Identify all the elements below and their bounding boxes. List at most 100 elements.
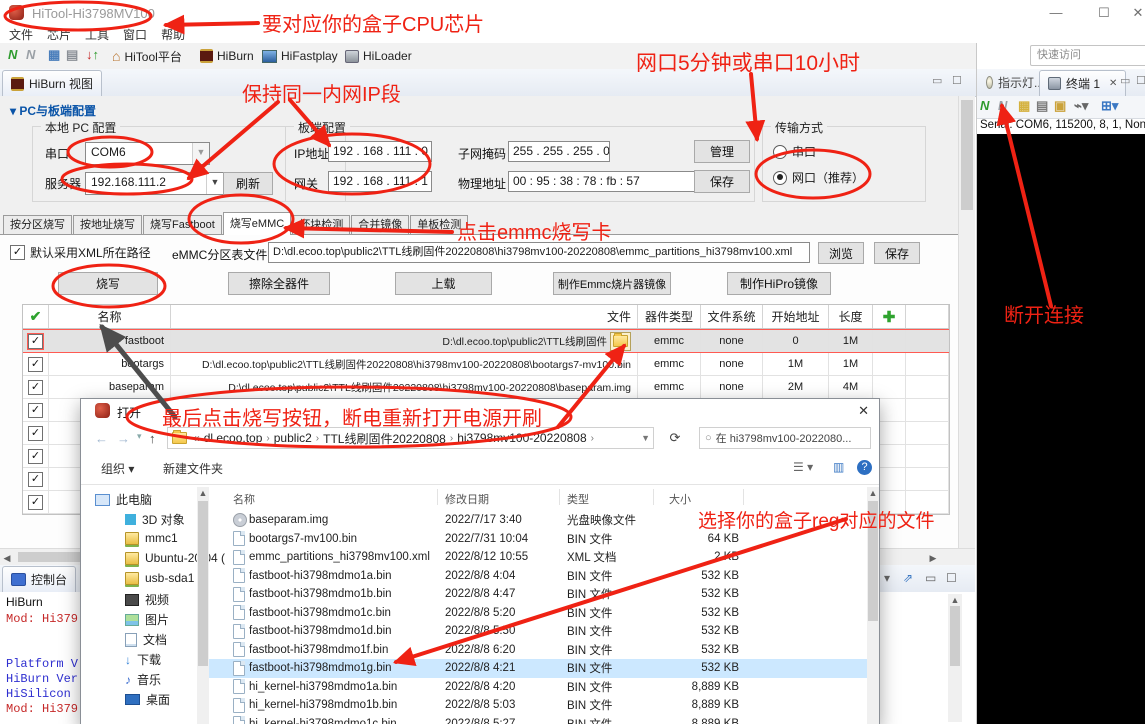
minimize-pane-icon[interactable]: ▭ — [932, 76, 942, 87]
server-ip-select[interactable]: 192.168.111.2 ▼ — [85, 172, 224, 195]
search-input[interactable]: ○ 在 hi3798mv100-2022080... — [699, 427, 871, 449]
breadcrumb-item[interactable]: hi3798mv100-20220808 — [455, 431, 588, 445]
column-type[interactable]: 类型 — [567, 491, 589, 507]
menu-item-文件[interactable]: 文件 — [9, 26, 33, 43]
emmc-xml-path-input[interactable]: D:\dl.ecoo.top\public2\TTL线刷固件20220808\h… — [268, 242, 810, 263]
tab-坏块检测[interactable]: 坏块检测 — [292, 215, 350, 235]
address-bar[interactable]: «dl.ecoo.top›public2›TTL线刷固件20220808›hi3… — [167, 427, 654, 449]
menu-item-工具[interactable]: 工具 — [85, 26, 109, 43]
row-checkbox[interactable]: ✓ — [28, 495, 43, 510]
minimize-icon[interactable]: — — [1042, 4, 1070, 22]
sidebar-item-mmc1[interactable]: mmc1 — [125, 531, 178, 545]
file-list-scrollbar[interactable]: ▲ — [867, 487, 879, 724]
toolbar-button-hiloader[interactable]: HiLoader — [345, 46, 412, 66]
row-checkbox[interactable]: ✓ — [28, 380, 43, 395]
burn-button[interactable]: 烧写 — [58, 272, 158, 295]
new-folder-button[interactable]: 新建文件夹 — [163, 460, 223, 477]
radio-serial[interactable]: 串口 — [773, 143, 816, 160]
mac-input[interactable]: 00 : 95 : 38 : 78 : fb : 57 — [508, 171, 696, 192]
serial-settings-dropdown-icon[interactable]: ⌁▾ — [1074, 98, 1088, 114]
file-row-fastboot-hi3798mdmo1a.bin[interactable]: fastboot-hi3798mdmo1a.bin2022/8/8 4:04BI… — [209, 567, 867, 586]
sidebar-item-文档[interactable]: 文档 — [125, 631, 167, 648]
xml-path-checkbox[interactable]: ✓ 默认采用XML所在路径 — [10, 244, 151, 261]
file-row-hi_kernel-hi3798mdmo1a.bin[interactable]: hi_kernel-hi3798mdmo1a.bin2022/8/8 4:20B… — [209, 678, 867, 697]
dialog-close-icon[interactable]: ✕ — [858, 403, 869, 419]
tab-烧写Fastboot[interactable]: 烧写Fastboot — [143, 215, 222, 235]
close-icon[interactable]: ✕ — [1124, 4, 1145, 22]
file-row-bootargs7-mv100.bin[interactable]: bootargs7-mv100.bin2022/7/31 10:04BIN 文件… — [209, 530, 867, 549]
scroll-up-icon[interactable]: ▲ — [197, 488, 209, 498]
file-row-hi_kernel-hi3798mdmo1c.bin[interactable]: hi_kernel-hi3798mdmo1c.bin2022/8/8 5:27B… — [209, 715, 867, 724]
tab-hiburn-view[interactable]: HiBurn 视图 — [2, 70, 102, 96]
tab-单板检测[interactable]: 单板检测 — [410, 215, 468, 235]
back-icon[interactable]: ← — [95, 431, 108, 446]
scroll-right-icon[interactable]: ▶ — [926, 553, 940, 563]
row-checkbox[interactable]: ✓ — [28, 357, 43, 372]
quick-access-input[interactable]: 快速访问 — [1030, 45, 1145, 66]
browse-file-button[interactable] — [610, 332, 631, 351]
netmask-input[interactable]: 255 . 255 . 255 . 0 — [508, 141, 610, 162]
scroll-left-icon[interactable]: ◀ — [0, 553, 14, 563]
breadcrumb-item[interactable]: public2 — [272, 431, 314, 445]
sidebar-item-此电脑[interactable]: 此电脑 — [95, 491, 152, 508]
manage-button[interactable]: 管理 — [694, 140, 750, 163]
sidebar-item-音乐[interactable]: ♪音乐 — [125, 671, 161, 688]
connect-icon[interactable]: N — [8, 47, 17, 62]
sidebar-item-下载[interactable]: ↓下载 — [125, 651, 161, 668]
browse-button[interactable]: 浏览 — [818, 242, 864, 264]
sidebar-item-usb-sda1[interactable]: usb-sda1 — [125, 571, 194, 585]
select-all-check-icon[interactable]: ✔ — [30, 308, 42, 325]
lock-icon[interactable]: ▣ — [1054, 98, 1066, 114]
new-terminal-dropdown-icon[interactable]: ⊞▾ — [1101, 98, 1118, 114]
file-row-fastboot-hi3798mdmo1d.bin[interactable]: fastboot-hi3798mdmo1d.bin2022/8/8 5:50BI… — [209, 622, 867, 641]
toolbar-button-hitool[interactable]: ⌂ HiTool平台 — [112, 46, 182, 66]
scroll-up-icon[interactable]: ▲ — [948, 595, 962, 605]
maximize-pane-icon[interactable]: ☐ — [952, 76, 962, 87]
terminal-screen[interactable] — [977, 134, 1145, 724]
sidebar-item-3D 对象[interactable]: 3D 对象 — [125, 511, 185, 528]
file-row-emmc_partitions_hi3798mv100.xml[interactable]: emmc_partitions_hi3798mv100.xml2022/8/12… — [209, 548, 867, 567]
radio-network[interactable]: 网口（推荐） — [773, 169, 864, 186]
sidebar-scrollbar[interactable]: ▲ — [197, 487, 209, 724]
sidebar-item-图片[interactable]: 图片 — [125, 611, 169, 628]
terminal-properties-icon[interactable]: ▦ — [1018, 98, 1030, 114]
minimize-pane-icon[interactable]: ▭ — [1120, 76, 1130, 87]
sidebar-item-桌面[interactable]: 桌面 — [125, 691, 170, 708]
file-row-baseparam.img[interactable]: baseparam.img2022/7/17 3:40光盘映像文件 — [209, 511, 867, 530]
minimize-pane-icon[interactable]: ▭ — [925, 571, 936, 585]
section-pc-board-config[interactable]: ▾ PC与板端配置 — [10, 102, 96, 119]
refresh-icon[interactable]: ⟳ — [664, 427, 686, 449]
file-row-fastboot-hi3798mdmo1b.bin[interactable]: fastboot-hi3798mdmo1b.bin2022/8/8 4:47BI… — [209, 585, 867, 604]
disconnect-icon[interactable]: N — [26, 47, 35, 62]
tab-console[interactable]: 控制台 — [2, 566, 76, 592]
table-row-baseparam[interactable]: ✓baseparamD:\dl.ecoo.top\public2\TTL线刷固件… — [23, 376, 949, 399]
row-checkbox[interactable]: ✓ — [28, 403, 43, 418]
add-partition-icon[interactable]: ✚ — [883, 308, 896, 326]
tab-烧写eMMC[interactable]: 烧写eMMC — [223, 212, 291, 235]
board-ip-input[interactable]: 192 . 168 . 111 . 0 — [328, 141, 432, 162]
recent-dropdown-icon[interactable]: ▾ — [137, 431, 142, 442]
row-checkbox[interactable]: ✓ — [28, 472, 43, 487]
column-date[interactable]: 修改日期 — [445, 491, 489, 507]
chevron-down-icon[interactable]: ▼ — [641, 433, 650, 443]
file-row-fastboot-hi3798mdmo1c.bin[interactable]: fastboot-hi3798mdmo1c.bin2022/8/8 5:20BI… — [209, 604, 867, 623]
toolbar-button-hifastplay[interactable]: HiFastplay — [262, 46, 338, 66]
column-name[interactable]: 名称 — [233, 491, 255, 507]
save-board-button[interactable]: 保存 — [694, 170, 750, 193]
menu-item-帮助[interactable]: 帮助 — [161, 26, 185, 43]
maximize-icon[interactable]: ☐ — [1090, 4, 1118, 22]
make-emmc-image-button[interactable]: 制作Emmc烧片器镜像 — [553, 272, 671, 295]
organize-menu[interactable]: 组织 ▾ — [101, 460, 134, 477]
menu-item-窗口[interactable]: 窗口 — [123, 26, 147, 43]
terminal-connect-icon[interactable]: N — [980, 98, 989, 113]
make-hipro-image-button[interactable]: 制作HiPro镜像 — [727, 272, 831, 295]
save-xml-button[interactable]: 保存 — [874, 242, 920, 264]
tab-按地址烧写[interactable]: 按地址烧写 — [73, 215, 142, 235]
row-checkbox[interactable]: ✓ — [28, 334, 43, 349]
serial-port-select[interactable]: COM6 ▼ — [85, 142, 210, 165]
table-row-fastboot[interactable]: ✓fastbootD:\dl.ecoo.top\public2\TTL线刷固件e… — [23, 329, 949, 353]
sidebar-item-视频[interactable]: 视频 — [125, 591, 169, 608]
network-config-icon[interactable]: ▤ — [66, 47, 78, 63]
file-row-fastboot-hi3798mdmo1f.bin[interactable]: fastboot-hi3798mdmo1f.bin2022/8/8 6:20BI… — [209, 641, 867, 660]
view-vertical-scrollbar[interactable] — [958, 96, 975, 548]
